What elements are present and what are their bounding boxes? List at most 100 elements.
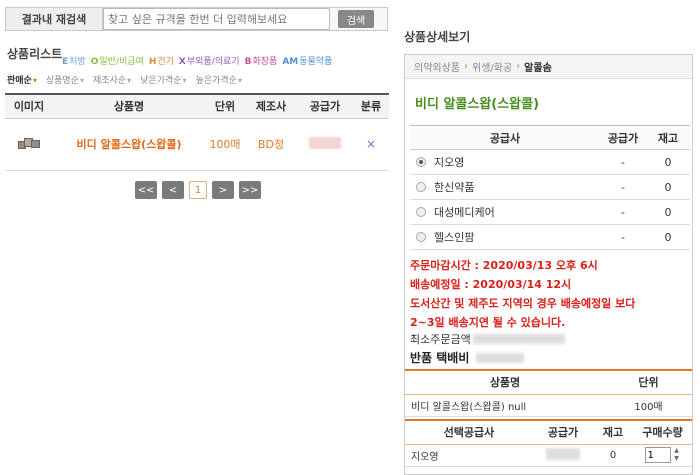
first-page-button[interactable]: << [135, 181, 157, 199]
notice-line: 배송예정일 : 2020/03/14 12시 [410, 278, 572, 291]
sort-option[interactable]: 높은가격순▾ [196, 73, 242, 86]
remove-icon[interactable]: × [353, 118, 389, 171]
col-buy-supplier: 선택공급사 [405, 419, 533, 445]
chevron-down-icon: ▾ [32, 76, 37, 85]
legend-item: B화장품 [245, 54, 278, 67]
supplier-row[interactable]: 지오영 -0 [410, 149, 690, 175]
supplier-stock: 0 [646, 224, 690, 250]
notice-line: 2~3일 배송지연 될 수 있습니다. [410, 316, 566, 329]
product-maker: BD정 [245, 118, 297, 171]
product-table: 이미지 상품명 단위 제조사 공급가 분류 비디 알콜스왑(스왑콜) 100매 … [5, 93, 389, 171]
notice-line: 주문마감시간 : 2020/03/13 오후 6시 [410, 259, 598, 272]
min-order-label: 최소주문금액 [410, 333, 471, 346]
col-unit: 단위 [205, 93, 245, 119]
spin-buttons[interactable]: ▲ ▼ [673, 447, 681, 463]
legend-text: 처방 [69, 57, 86, 67]
legend-text: 일반/비급여 [99, 57, 144, 67]
sort-label: 상품명순 [45, 76, 79, 86]
product-name-link[interactable]: 비디 알콜스왑(스왑콜) [53, 118, 205, 171]
spin-down-icon[interactable]: ▼ [673, 455, 681, 463]
table-row: 지오영 0 ▲▼ [405, 444, 692, 467]
supplier-name: 한신약품 [434, 181, 475, 194]
product-unit: 100매 [205, 118, 245, 171]
buy-price-redacted [546, 447, 580, 460]
category-legend: E처방 O일반/비급여 H건기 X부외품/의료기 B화장품 AM동물약품 [62, 54, 332, 67]
spin-up-icon[interactable]: ▲ [673, 447, 681, 455]
col-sel-name: 상품명 [405, 369, 605, 395]
prev-page-button[interactable]: < [162, 181, 184, 199]
chevron-down-icon: ▾ [127, 76, 132, 85]
col-buy-price: 공급가 [533, 419, 593, 445]
legend-code: AM [282, 57, 299, 67]
supplier-price: - [600, 149, 646, 175]
min-order-redacted [472, 334, 565, 344]
supplier-radio[interactable] [416, 157, 426, 167]
selected-product-unit: 100매 [605, 394, 692, 417]
quantity-stepper[interactable]: ▲▼ [644, 447, 681, 463]
breadcrumb-current: 알콜솜 [524, 63, 552, 74]
research-label: 결과내 재검색 [6, 8, 103, 30]
col-supplier-price: 공급가 [600, 125, 646, 150]
supplier-radio[interactable] [416, 207, 426, 217]
return-fee: 반품 택배비 [410, 349, 524, 366]
breadcrumb-item[interactable]: 의약외상품 [414, 59, 460, 74]
price-redacted [309, 136, 341, 149]
chevron-right-icon: › [516, 61, 521, 72]
delivery-notice: 주문마감시간 : 2020/03/13 오후 6시 배송예정일 : 2020/0… [410, 256, 692, 332]
col-price: 공급가 [297, 93, 353, 119]
legend-item: E처방 [62, 54, 86, 67]
legend-text: 부외품/의료기 [186, 57, 240, 67]
product-list-title: 상품리스트 [7, 47, 63, 61]
supplier-row[interactable]: 한신약품 -0 [410, 174, 690, 200]
col-sel-unit: 단위 [605, 369, 692, 395]
sort-label: 판매순 [7, 76, 32, 86]
supplier-price: - [600, 174, 646, 200]
product-thumbnail[interactable] [16, 136, 42, 150]
supplier-radio[interactable] [416, 182, 426, 192]
sort-bar: 판매순▾ 상품명순▾ 제조사순▾ 낮은가격순▾ 높은가격순▾ [7, 73, 242, 86]
supplier-row[interactable]: 대성메디케어 -0 [410, 199, 690, 225]
quantity-input[interactable] [644, 447, 671, 463]
sort-option[interactable]: 판매순▾ [7, 73, 37, 86]
legend-code: X [178, 57, 186, 67]
selected-product-table: 상품명 단위 비디 알콜스왑(스왑콜) null 100매 [405, 369, 692, 417]
buy-stock: 0 [593, 444, 633, 467]
table-row: 비디 알콜스왑(스왑콜) null 100매 [405, 394, 692, 417]
research-input[interactable] [103, 8, 330, 30]
supplier-stock: 0 [646, 199, 690, 225]
min-order: 최소주문금액 [410, 331, 565, 347]
supplier-radio[interactable] [416, 232, 426, 242]
chevron-down-icon: ▾ [182, 76, 187, 85]
legend-text: 건기 [157, 57, 174, 67]
col-image: 이미지 [5, 93, 53, 119]
col-buy-qty: 구매수량 [633, 419, 692, 445]
last-page-button[interactable]: >> [239, 181, 261, 199]
detail-product-name: 비디 알콜스왑(스왑콜) [415, 97, 540, 112]
col-supplier: 공급사 [410, 125, 600, 150]
chevron-down-icon: ▾ [237, 76, 242, 85]
supplier-stock: 0 [646, 174, 690, 200]
research-bar: 결과내 재검색 검색 [5, 7, 388, 31]
return-fee-redacted [475, 353, 524, 363]
col-name: 상품명 [53, 93, 205, 119]
legend-text: 동물약품 [299, 57, 333, 67]
col-supplier-stock: 재고 [646, 125, 690, 150]
chevron-down-icon: ▾ [79, 76, 84, 85]
legend-code: H [148, 57, 157, 67]
sort-option[interactable]: 상품명순▾ [46, 73, 84, 86]
breadcrumb-item[interactable]: 위생/화공 [472, 59, 512, 74]
supplier-row[interactable]: 헬스인팜 -0 [410, 224, 690, 250]
legend-item: H건기 [149, 54, 174, 67]
legend-code: O [90, 57, 99, 67]
table-row[interactable]: 비디 알콜스왑(스왑콜) 100매 BD정 × [5, 118, 389, 171]
sort-option[interactable]: 낮은가격순▾ [140, 73, 186, 86]
page-1-button[interactable]: 1 [189, 181, 207, 199]
legend-item: X부외품/의료기 [179, 54, 240, 67]
sort-label: 높은가격순 [195, 76, 237, 86]
col-buy-stock: 재고 [593, 419, 633, 445]
next-page-button[interactable]: > [212, 181, 234, 199]
sort-option[interactable]: 제조사순▾ [93, 73, 131, 86]
research-search-button[interactable]: 검색 [338, 10, 374, 28]
purchase-table: 선택공급사 공급가 재고 구매수량 지오영 0 ▲▼ [405, 419, 692, 467]
legend-item: AM동물약품 [282, 54, 332, 67]
